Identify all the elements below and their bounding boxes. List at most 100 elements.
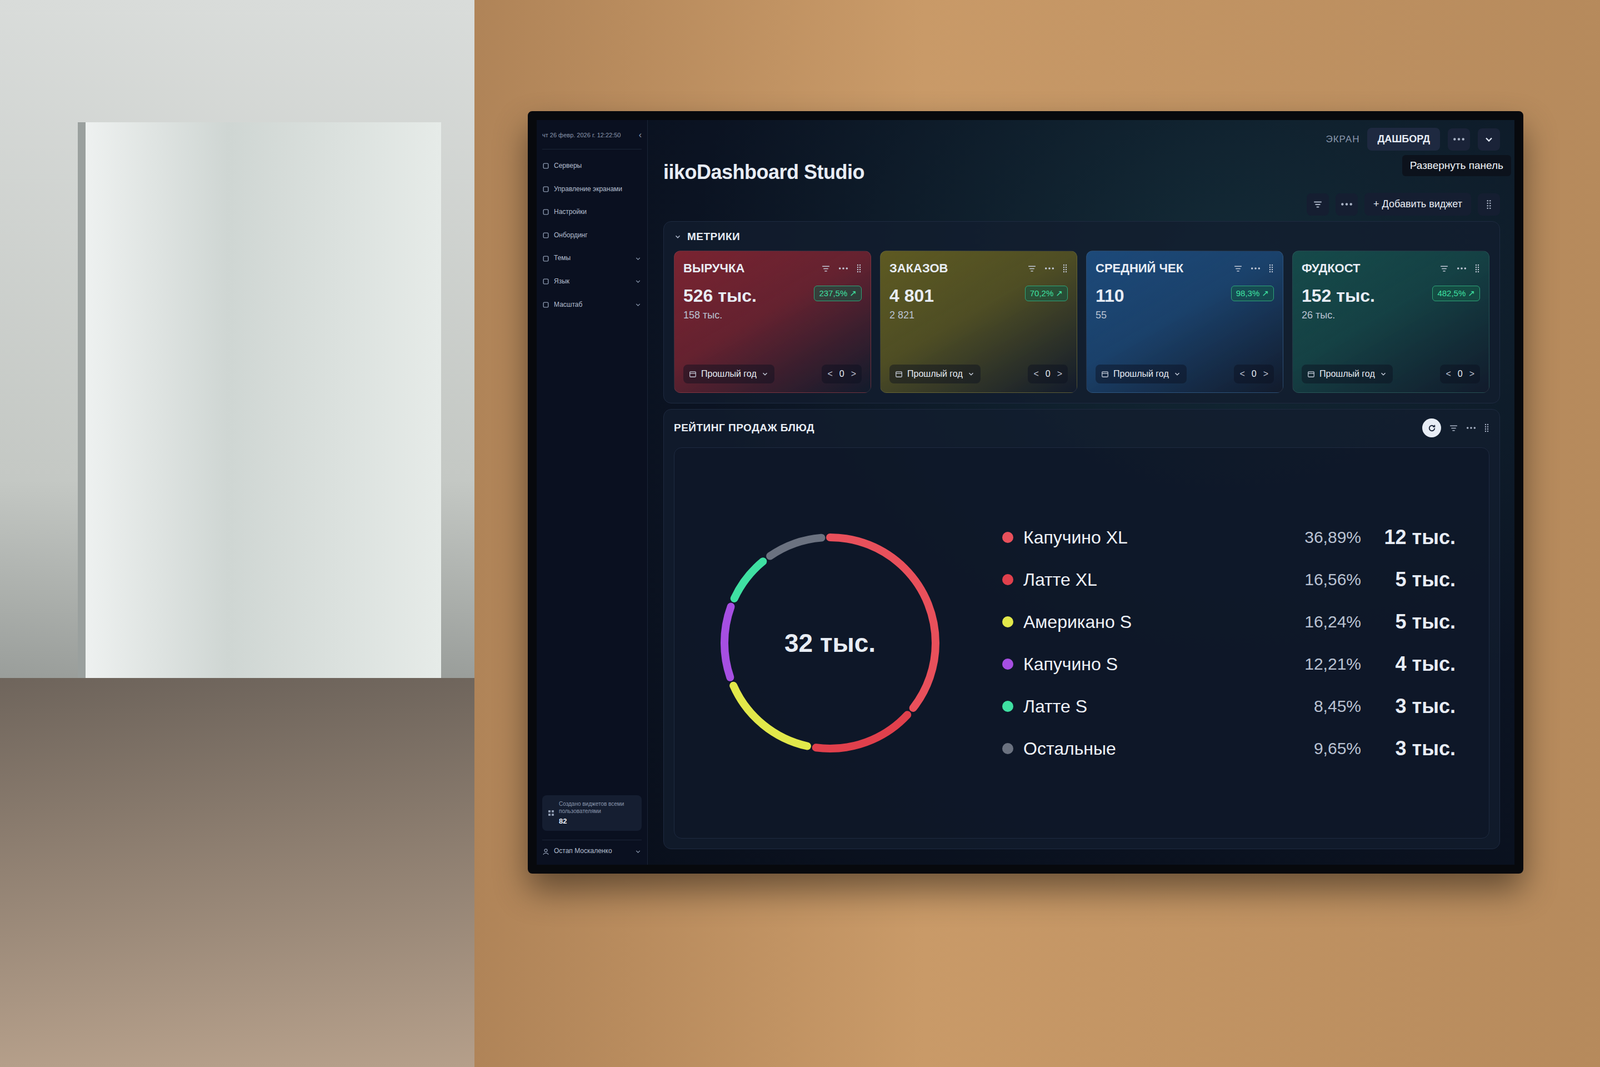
office-floor	[0, 677, 475, 1067]
refresh-button[interactable]	[1422, 418, 1442, 438]
legend-row[interactable]: Латте S 8,45% 3 тыс.	[1002, 694, 1456, 718]
calendar-icon	[688, 370, 697, 378]
offset-value: 0	[839, 368, 845, 379]
dish-percent: 16,24%	[1272, 612, 1362, 632]
legend-row[interactable]: Капучино XL 36,89% 12 тыс.	[1002, 525, 1456, 549]
sidebar-item-label: Язык	[553, 277, 630, 287]
sidebar-item[interactable]: Серверы	[542, 161, 642, 171]
filter-icon[interactable]	[821, 263, 831, 274]
delta-badge: 237,5% ↗	[813, 285, 862, 302]
sidebar-item-label: Онбординг	[553, 231, 642, 240]
period-select[interactable]: Прошлый год	[889, 364, 981, 384]
add-widget-button[interactable]: + Добавить виджет	[1364, 192, 1472, 216]
sidebar-item[interactable]: Управление экранами	[542, 185, 642, 194]
sidebar-item[interactable]: Темы	[542, 253, 642, 263]
legend-dot	[1002, 658, 1014, 670]
delta-badge: 98,3% ↗	[1231, 285, 1274, 302]
calendar-icon	[895, 370, 903, 378]
menu-item-icon	[542, 162, 550, 170]
screen-select[interactable]: ДАШБОРД	[1367, 127, 1440, 151]
legend-dot	[1002, 573, 1014, 585]
more-button[interactable]	[1447, 128, 1470, 151]
filter-button[interactable]	[1306, 193, 1329, 216]
more-icon[interactable]	[1466, 426, 1477, 430]
next-button[interactable]: >	[851, 368, 857, 379]
drag-icon[interactable]	[1062, 263, 1068, 273]
drag-icon[interactable]	[1483, 423, 1490, 433]
donut-segment[interactable]	[724, 537, 936, 749]
period-select[interactable]: Прошлый год	[1301, 364, 1393, 384]
legend: Капучино XL 36,89% 12 тыс. Латте XL 16,5…	[1002, 525, 1456, 760]
sidebar-item[interactable]: Масштаб	[542, 300, 642, 310]
next-button[interactable]: >	[1469, 368, 1475, 379]
prev-button[interactable]: <	[1239, 368, 1245, 379]
legend-row[interactable]: Латте XL 16,56% 5 тыс.	[1002, 567, 1456, 592]
metrics-section: МЕТРИКИ ВЫРУЧКА 526 тыс. 158 тыс. 237,5%…	[663, 221, 1500, 404]
card-previous: 55	[1095, 309, 1125, 322]
sidebar-item-label: Настройки	[553, 207, 642, 217]
filter-icon[interactable]	[1027, 263, 1037, 274]
metrics-header[interactable]: МЕТРИКИ	[673, 230, 1490, 251]
drag-icon[interactable]	[1268, 263, 1274, 273]
donut-segment[interactable]	[724, 537, 936, 749]
filter-icon[interactable]	[1439, 263, 1449, 274]
prev-button[interactable]: <	[827, 368, 833, 379]
donut-segment[interactable]	[724, 537, 936, 749]
more-icon[interactable]	[1044, 266, 1055, 270]
more-icon[interactable]	[838, 266, 849, 270]
drag-handle[interactable]	[1477, 193, 1500, 216]
expand-panel-button[interactable]	[1477, 128, 1500, 151]
calendar-icon	[1101, 370, 1109, 378]
card-previous: 26 тыс.	[1301, 309, 1375, 322]
menu-item-icon	[542, 185, 550, 193]
more-icon[interactable]	[1456, 266, 1467, 270]
sidebar-item[interactable]: Онбординг	[542, 231, 642, 240]
offset-stepper: < 0 >	[1440, 364, 1480, 384]
legend-dot	[1002, 616, 1014, 628]
calendar-icon	[1307, 370, 1315, 378]
next-button[interactable]: >	[1263, 368, 1269, 379]
rating-content: 32 тыс. Капучино XL 36,89% 12 тыс. Латте…	[673, 447, 1490, 839]
sidebar-item-label: Управление экранами	[553, 185, 642, 194]
filter-icon[interactable]	[1448, 423, 1459, 433]
dish-percent: 9,65%	[1272, 738, 1362, 758]
dish-name: Остальные	[1023, 738, 1117, 759]
card-title: СРЕДНИЙ ЧЕК	[1095, 261, 1184, 276]
widget-title: РЕЙТИНГ ПРОДАЖ БЛЮД	[673, 421, 815, 434]
period-select[interactable]: Прошлый год	[683, 364, 775, 384]
period-select[interactable]: Прошлый год	[1095, 364, 1187, 384]
drag-icon[interactable]	[856, 263, 862, 273]
more-button[interactable]	[1335, 193, 1358, 216]
metric-card: ВЫРУЧКА 526 тыс. 158 тыс. 237,5% ↗ Прошл…	[673, 250, 872, 393]
collapse-button[interactable]: ‹	[638, 130, 642, 140]
legend-row[interactable]: Капучино S 12,21% 4 тыс.	[1002, 652, 1456, 676]
metric-card: ЗАКАЗОВ 4 801 2 821 70,2% ↗ Прошлый год …	[880, 250, 1078, 393]
drag-icon[interactable]	[1474, 263, 1480, 273]
donut-segment[interactable]	[724, 537, 936, 749]
donut-total: 32 тыс.	[784, 627, 876, 658]
sidebar-item[interactable]: Настройки	[542, 207, 642, 217]
card-value: 152 тыс.	[1301, 285, 1375, 307]
offset-value: 0	[1045, 368, 1051, 379]
donut-segment[interactable]	[724, 537, 936, 749]
chevron-down-icon	[673, 232, 682, 241]
toolbar: + Добавить виджет	[663, 189, 1500, 216]
prev-button[interactable]: <	[1445, 368, 1451, 379]
donut-segment[interactable]	[724, 537, 936, 749]
next-button[interactable]: >	[1057, 368, 1063, 379]
prev-button[interactable]: <	[1033, 368, 1039, 379]
dish-value: 3 тыс.	[1361, 694, 1456, 718]
office-window	[77, 122, 442, 678]
legend-row[interactable]: Американо S 16,24% 5 тыс.	[1002, 610, 1456, 634]
more-icon[interactable]	[1250, 266, 1261, 270]
offset-stepper: < 0 >	[1027, 364, 1068, 384]
period-label: Прошлый год	[907, 368, 963, 379]
offset-stepper: < 0 >	[821, 364, 862, 384]
dish-name: Капучино S	[1023, 653, 1118, 675]
user-menu[interactable]: Остап Москаленко	[542, 839, 642, 856]
offset-value: 0	[1251, 368, 1257, 379]
legend-row[interactable]: Остальные 9,65% 3 тыс.	[1002, 736, 1456, 760]
sidebar-item[interactable]: Язык	[542, 277, 642, 287]
filter-icon[interactable]	[1233, 263, 1243, 274]
widgets-stat: Создано виджетов всеми пользователями 82	[542, 795, 642, 831]
